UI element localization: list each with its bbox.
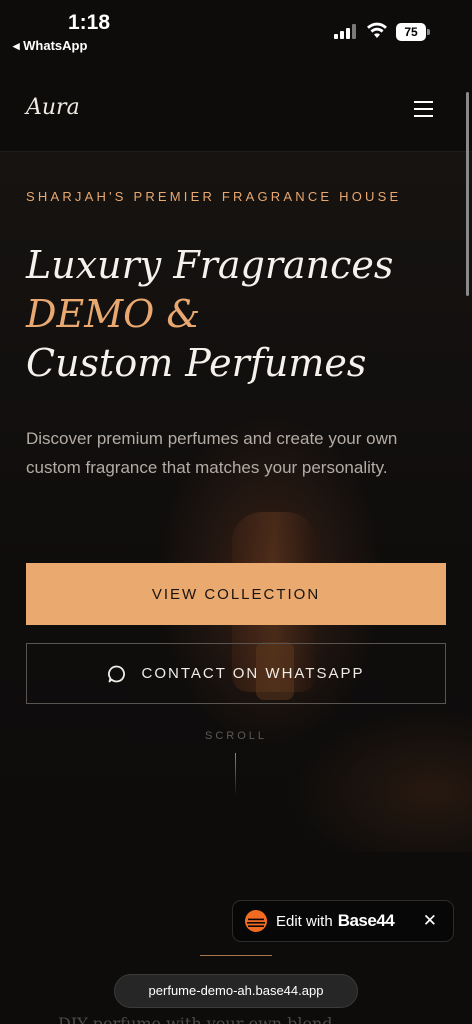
site-header: Aura [0,68,472,152]
section-divider [200,955,272,956]
edit-with-base44-badge[interactable]: Edit with Base44 ✕ [232,900,454,942]
close-icon[interactable]: ✕ [423,911,437,931]
base44-logo-icon [245,910,267,932]
base44-brand-label: Base44 [337,911,395,930]
browser-url-bar[interactable]: perfume-demo-ah.base44.app [114,974,358,1008]
headline-accent: DEMO & [26,292,201,336]
edit-with-label: Edit with [276,912,333,930]
contact-whatsapp-button[interactable]: CONTACT ON WHATSAPP [26,643,446,704]
status-time: 1:18 [68,11,111,34]
cellular-signal-icon [334,24,358,39]
back-to-whatsapp-link[interactable]: ◂ WhatsApp [13,38,87,54]
view-collection-button[interactable]: VIEW COLLECTION [26,563,446,625]
hamburger-menu-icon[interactable] [410,98,438,122]
hero-eyebrow: SHARJAH'S PREMIER FRAGRANCE HOUSE [26,189,402,204]
hero-description: Discover premium perfumes and create you… [26,429,398,477]
chat-bubble-icon [108,665,126,682]
battery-level: 75 [396,23,426,41]
contact-whatsapp-label: CONTACT ON WHATSAPP [141,665,365,682]
status-bar: 1:18 ◂ WhatsApp 75 [0,0,472,60]
headline-line-1: Luxury Fragrances [26,243,394,287]
wifi-icon [367,22,387,38]
view-collection-label: VIEW COLLECTION [151,585,321,603]
site-logo[interactable]: Aura [26,95,80,120]
scroll-indicator-line [235,753,236,797]
scroll-indicator-label: SCROLL [204,730,268,742]
battery-icon: 75 [396,23,430,41]
next-section-heading: DIY perfume with your own blend [58,1014,333,1024]
headline-line-3: Custom Perfumes [26,341,367,385]
page-scrollbar[interactable] [466,92,469,296]
hero-headline: Luxury Fragrances DEMO & Custom Perfumes [26,241,393,388]
